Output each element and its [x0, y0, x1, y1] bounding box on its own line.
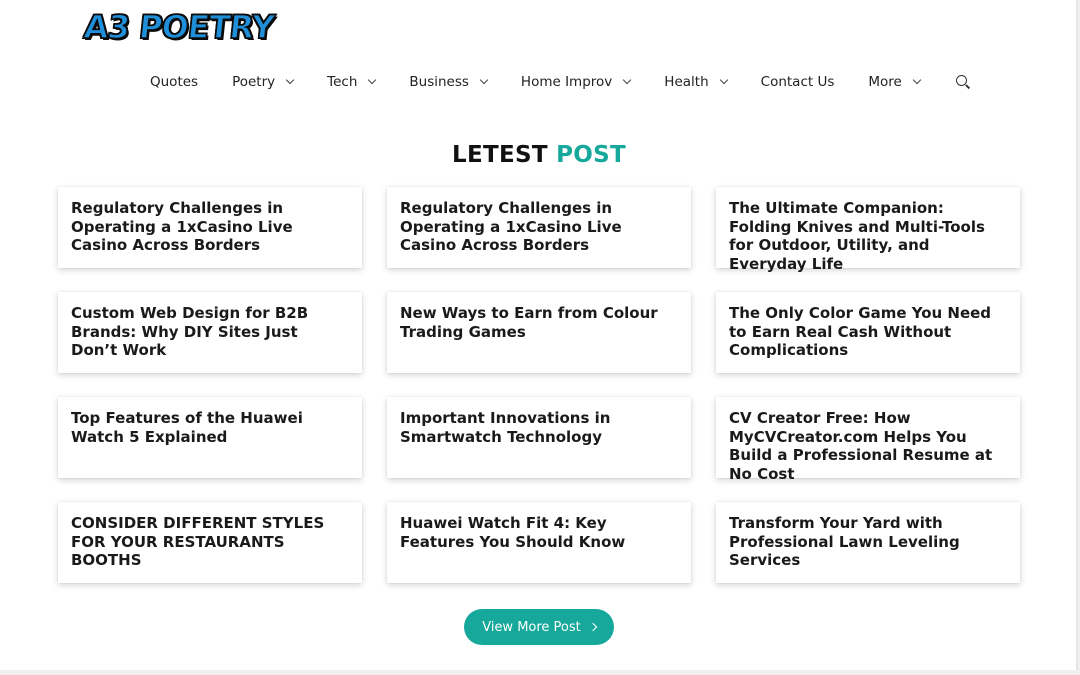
- nav-item-home-improv[interactable]: Home Improv: [520, 74, 632, 90]
- main-nav: Quotes Poetry Tech Business Home Improv …: [150, 68, 970, 96]
- nav-item-label: Home Improv: [520, 74, 613, 90]
- chevron-right-icon: [588, 622, 598, 632]
- chevron-down-icon: [623, 75, 632, 85]
- nav-item-poetry[interactable]: Poetry: [232, 74, 295, 90]
- chevron-down-icon: [368, 75, 377, 85]
- post-card[interactable]: The Ultimate Companion: Folding Knives a…: [716, 187, 1020, 273]
- post-card[interactable]: Important Innovations in Smartwatch Tech…: [387, 397, 691, 478]
- post-title[interactable]: The Ultimate Companion: Folding Knives a…: [729, 199, 1007, 273]
- nav-item-label: Contact Us: [760, 74, 835, 90]
- nav-item-tech[interactable]: Tech: [327, 74, 377, 90]
- post-title[interactable]: Important Innovations in Smartwatch Tech…: [400, 409, 678, 446]
- nav-item-label: Health: [664, 74, 709, 90]
- page: A3 POETRY Quotes Poetry Tech Business Ho…: [0, 0, 1078, 670]
- post-title[interactable]: Custom Web Design for B2B Brands: Why DI…: [71, 304, 349, 360]
- nav-item-more[interactable]: More: [868, 74, 922, 90]
- post-card[interactable]: Transform Your Yard with Professional La…: [716, 502, 1020, 583]
- post-title[interactable]: Regulatory Challenges in Operating a 1xC…: [71, 199, 349, 255]
- chevron-down-icon: [719, 75, 728, 85]
- section-title: LETEST POST: [0, 142, 1078, 168]
- post-title[interactable]: Regulatory Challenges in Operating a 1xC…: [400, 199, 678, 255]
- chevron-down-icon: [479, 75, 489, 85]
- post-card[interactable]: The Only Color Game You Need to Earn Rea…: [716, 292, 1020, 373]
- nav-item-label: More: [868, 74, 902, 90]
- post-title[interactable]: CONSIDER DIFFERENT STYLES FOR YOUR RESTA…: [71, 514, 349, 570]
- nav-item-business[interactable]: Business: [409, 74, 489, 90]
- post-card[interactable]: CONSIDER DIFFERENT STYLES FOR YOUR RESTA…: [58, 502, 362, 583]
- post-card[interactable]: Custom Web Design for B2B Brands: Why DI…: [58, 292, 362, 373]
- post-card[interactable]: Top Features of the Huawei Watch 5 Expla…: [58, 397, 362, 478]
- nav-item-contact-us[interactable]: Contact Us: [761, 74, 835, 90]
- view-more-post-label: View More Post: [482, 619, 581, 635]
- nav-item-label: Poetry: [232, 74, 276, 90]
- chevron-down-icon: [912, 75, 922, 85]
- post-title[interactable]: CV Creator Free: How MyCVCreator.com Hel…: [729, 409, 1007, 483]
- nav-item-health[interactable]: Health: [664, 74, 728, 90]
- nav-item-label: Business: [409, 74, 469, 90]
- post-title[interactable]: Top Features of the Huawei Watch 5 Expla…: [71, 409, 349, 446]
- view-more-post-button[interactable]: View More Post: [464, 609, 614, 645]
- post-card[interactable]: Regulatory Challenges in Operating a 1xC…: [58, 187, 362, 268]
- post-card[interactable]: Regulatory Challenges in Operating a 1xC…: [387, 187, 691, 268]
- site-logo[interactable]: A3 POETRY: [81, 7, 276, 47]
- nav-item-label: Quotes: [150, 74, 199, 90]
- post-title[interactable]: Huawei Watch Fit 4: Key Features You Sho…: [400, 514, 678, 551]
- post-card[interactable]: CV Creator Free: How MyCVCreator.com Hel…: [716, 397, 1020, 483]
- search-icon[interactable]: [955, 75, 970, 89]
- section-title-part2: POST: [556, 142, 626, 168]
- post-card[interactable]: New Ways to Earn from Colour Trading Gam…: [387, 292, 691, 373]
- post-card[interactable]: Huawei Watch Fit 4: Key Features You Sho…: [387, 502, 691, 583]
- post-title[interactable]: New Ways to Earn from Colour Trading Gam…: [400, 304, 678, 341]
- post-title[interactable]: Transform Your Yard with Professional La…: [729, 514, 1007, 570]
- post-grid: Regulatory Challenges in Operating a 1xC…: [58, 187, 1020, 583]
- nav-item-quotes[interactable]: Quotes: [150, 74, 198, 90]
- section-title-part1: LETEST: [451, 142, 548, 168]
- nav-item-label: Tech: [327, 74, 358, 90]
- chevron-down-icon: [285, 75, 295, 85]
- post-title[interactable]: The Only Color Game You Need to Earn Rea…: [729, 304, 1007, 360]
